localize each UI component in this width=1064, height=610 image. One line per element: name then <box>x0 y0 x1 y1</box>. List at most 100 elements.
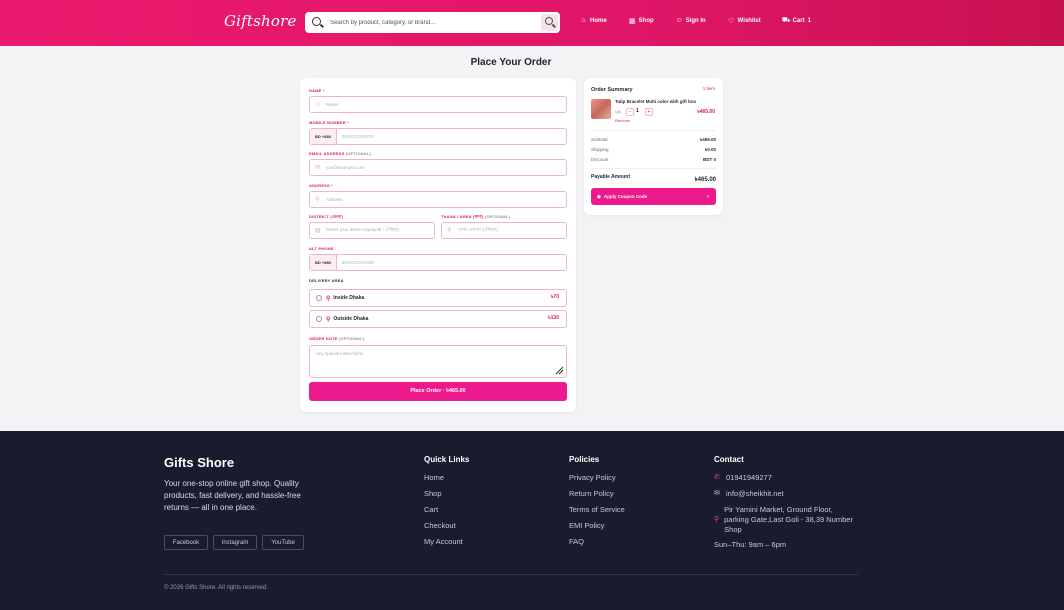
country-code-selector[interactable]: BD +880 <box>310 255 337 270</box>
row-label: Shipping <box>591 147 609 152</box>
alt-phone-field[interactable]: BD +880 01XXXXXXXXX <box>309 254 567 271</box>
nav-home[interactable]: ⌂ Home <box>580 17 607 24</box>
footer-link-privacy-policy[interactable]: Privacy Policy <box>569 473 616 482</box>
footer-link-home[interactable]: Home <box>424 473 444 482</box>
nav-sign-in-label: Sign In <box>685 17 706 24</box>
delivery-option-outside-dhaka[interactable]: ⚲ Outside Dhaka ৳130 <box>309 310 567 328</box>
main-nav: ⌂ Home ▦ Shop ☺ Sign In ♡ Wishlist ⛟ Car… <box>580 17 833 25</box>
nav-cart[interactable]: ⛟ Cart 1 <box>782 17 811 24</box>
footer-link-shop[interactable]: Shop <box>424 489 442 498</box>
nav-wishlist-label: Wishlist <box>737 17 761 24</box>
mobile-label-text: MOBILE NUMBER <box>309 120 346 125</box>
chevron-right-icon: › <box>707 193 709 200</box>
delivery-option-price: ৳130 <box>548 315 559 321</box>
footer: Gifts Shore Your one-stop online gift sh… <box>0 431 1064 610</box>
order-note-textarea[interactable]: Any special instructions <box>309 345 567 378</box>
radio-button[interactable] <box>316 295 322 301</box>
remove-item-link[interactable]: Remove <box>615 118 630 123</box>
product-name: Tulip Bracelet Multi color with gift box <box>615 99 697 104</box>
address-placeholder: Address <box>326 197 343 202</box>
flag-bd: BD <box>315 260 321 265</box>
youtube-link[interactable]: YouTube <box>262 535 304 550</box>
search-icon <box>310 15 326 31</box>
footer-link-emi-policy[interactable]: EMI Policy <box>569 521 604 530</box>
footer-divider <box>164 574 858 575</box>
delivery-option-inside-dhaka[interactable]: ⚲ Inside Dhaka ৳70 <box>309 289 567 307</box>
optional-tag: (OPTIONAL) <box>338 336 365 341</box>
name-field[interactable]: ☺ Name <box>309 96 567 113</box>
nav-shop[interactable]: ▦ Shop <box>629 17 654 25</box>
qty-increase-button[interactable]: + <box>645 108 653 116</box>
header: Giftshore ⌂ Home ▦ Shop ☺ Sign In ♡ Wish… <box>0 0 1064 46</box>
delivery-option-price: ৳70 <box>550 294 559 300</box>
mail-icon: ✉ <box>315 165 321 171</box>
thana-field[interactable]: ⚲ থানা/ এলাকা (ঐচ্ছিক) <box>441 222 567 239</box>
email-text: info@sheikhit.net <box>726 489 784 498</box>
home-icon: ⌂ <box>581 17 586 24</box>
location-pin-icon: ⚲ <box>714 516 720 523</box>
item-count: 1 item <box>702 86 715 91</box>
required-mark: * <box>322 88 325 93</box>
email-label: EMAIL ADDRESS (OPTIONAL) <box>309 151 371 156</box>
contact-phone: ✆ 01941949277 <box>714 473 772 482</box>
footer-link-return-policy[interactable]: Return Policy <box>569 489 614 498</box>
user-icon: ☺ <box>315 101 322 108</box>
location-pin-icon: ⚲ <box>326 295 331 302</box>
mobile-placeholder: 01XXXXXXXXX <box>341 134 374 139</box>
mobile-field[interactable]: BD +880 01XXXXXXXXX <box>309 128 567 145</box>
coupon-label: Apply Coupon Code <box>603 194 648 199</box>
footer-link-my-account[interactable]: My Account <box>424 537 463 546</box>
order-note-label-text: ORDER NOTE <box>309 336 338 341</box>
district-label: DISTRICT (জেলা) <box>309 214 344 219</box>
resize-handle-icon[interactable] <box>554 365 564 375</box>
order-summary: Order Summary 1 item Tulip Bracelet Mult… <box>584 78 723 215</box>
name-label-text: NAME <box>309 88 322 93</box>
user-icon: ☺ <box>675 17 683 24</box>
search-button[interactable] <box>541 14 558 31</box>
country-code-selector[interactable]: BD +880 <box>310 129 337 144</box>
apply-coupon-button[interactable]: ◆ Apply Coupon Code › <box>591 188 716 205</box>
contact-title: Contact <box>714 455 744 464</box>
contact-hours: Sun–Thu: 9am – 6pm <box>714 540 786 549</box>
thana-label-text: THANA / AREA (থানা) <box>441 214 484 219</box>
nav-sign-in[interactable]: ☺ Sign In <box>676 17 706 24</box>
address-field[interactable]: ⚲ Address <box>309 191 567 208</box>
phone-icon: ✆ <box>714 474 720 481</box>
email-placeholder: you@example.com <box>326 165 365 170</box>
order-note-label: ORDER NOTE (OPTIONAL) <box>309 336 364 341</box>
place-order-button[interactable]: Place Order · ৳465.00 <box>309 382 567 401</box>
footer-link-checkout[interactable]: Checkout <box>424 521 456 530</box>
facebook-link[interactable]: Facebook <box>164 535 208 550</box>
qty-value: 1 <box>636 108 639 114</box>
instagram-link[interactable]: Instagram <box>213 535 257 550</box>
footer-link-terms[interactable]: Terms of Service <box>569 505 625 514</box>
name-label: NAME * <box>309 88 325 93</box>
search-bar <box>305 12 560 33</box>
order-note-placeholder: Any special instructions <box>316 351 364 356</box>
delivery-option-name: Inside Dhaka <box>333 295 365 301</box>
email-field[interactable]: ✉ you@example.com <box>309 159 567 176</box>
district-select[interactable]: ▤ Select your district (optional / ঐচ্ছি… <box>309 222 435 239</box>
footer-link-faq[interactable]: FAQ <box>569 537 584 546</box>
nav-wishlist[interactable]: ♡ Wishlist <box>728 17 761 25</box>
summary-title: Order Summary <box>591 87 633 93</box>
optional-tag: (OPTIONAL) <box>485 214 511 219</box>
nav-home-label: Home <box>590 17 607 24</box>
footer-link-cart[interactable]: Cart <box>424 505 438 514</box>
alt-phone-placeholder: 01XXXXXXXXX <box>341 260 374 265</box>
email-label-text: EMAIL ADDRESS <box>309 151 345 156</box>
row-value: BDT 0 <box>702 157 716 162</box>
cart-count-badge: 1 <box>807 17 811 24</box>
address-label: ADDRESS * <box>309 183 333 188</box>
subtotal-row: Subtotal ৳465.00 <box>591 137 716 144</box>
discount-row: Discount BDT 0 <box>591 157 716 162</box>
country-code: +880 <box>321 134 331 139</box>
logo[interactable]: Giftshore <box>224 12 297 30</box>
qty-decrease-button[interactable]: − <box>626 108 634 116</box>
contact-address: ⚲ Pir Yamini Market, Ground Floor, parki… <box>714 505 859 535</box>
radio-button[interactable] <box>316 316 322 322</box>
phone-text: 01941949277 <box>726 473 772 482</box>
divider <box>591 130 716 131</box>
policies-title: Policies <box>569 455 600 464</box>
search-input[interactable] <box>330 19 540 26</box>
